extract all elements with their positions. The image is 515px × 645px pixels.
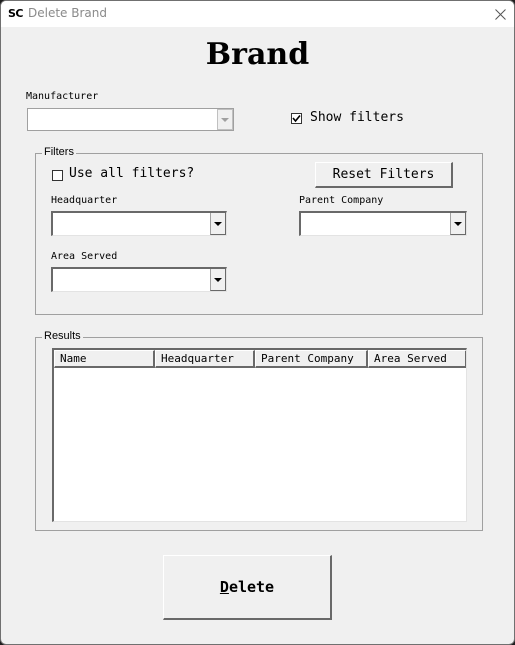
- close-icon: [494, 8, 506, 20]
- area-served-label: Area Served: [51, 251, 118, 262]
- delete-button-label: elete: [228, 578, 275, 596]
- column-header-area-served[interactable]: Area Served: [368, 350, 466, 368]
- parent-company-dropdown-button[interactable]: [450, 213, 466, 235]
- delete-button-mnemonic: D: [219, 578, 229, 596]
- chevron-down-icon: [221, 117, 229, 122]
- column-header-name[interactable]: Name: [54, 350, 155, 368]
- show-filters-label[interactable]: Show filters: [310, 110, 404, 125]
- manufacturer-combobox[interactable]: [27, 108, 234, 131]
- delete-brand-window: SC Delete Brand Brand Manufacturer Show …: [0, 0, 515, 645]
- manufacturer-dropdown-button[interactable]: [217, 109, 233, 130]
- page-title: Brand: [205, 37, 310, 72]
- chevron-down-icon: [454, 221, 462, 226]
- use-all-filters-checkbox[interactable]: [52, 170, 63, 181]
- manufacturer-label: Manufacturer: [26, 91, 99, 102]
- area-served-combobox[interactable]: [51, 267, 227, 292]
- app-icon: SC: [8, 7, 24, 20]
- show-filters-checkbox[interactable]: [291, 113, 302, 124]
- use-all-filters-label[interactable]: Use all filters?: [69, 166, 194, 181]
- results-list[interactable]: Name Headquarter Parent Company Area Ser…: [52, 348, 467, 522]
- headquarter-label: Headquarter: [51, 195, 118, 206]
- parent-company-label: Parent Company: [299, 195, 384, 206]
- headquarter-dropdown-button[interactable]: [210, 213, 226, 235]
- reset-filters-button[interactable]: Reset Filters: [315, 162, 453, 188]
- column-header-headquarter[interactable]: Headquarter: [155, 350, 255, 368]
- area-served-dropdown-button[interactable]: [210, 269, 226, 291]
- results-list-header: Name Headquarter Parent Company Area Ser…: [54, 350, 466, 368]
- window-title: Delete Brand: [28, 6, 107, 20]
- title-bar: SC Delete Brand: [1, 1, 514, 27]
- results-group-title: Results: [42, 330, 83, 342]
- parent-company-combobox[interactable]: [299, 211, 467, 236]
- column-header-parent-company[interactable]: Parent Company: [255, 350, 368, 368]
- close-button[interactable]: [490, 4, 510, 24]
- headquarter-combobox[interactable]: [51, 211, 227, 236]
- filters-group-title: Filters: [42, 146, 76, 158]
- chevron-down-icon: [214, 277, 222, 282]
- delete-button[interactable]: Delete: [163, 555, 332, 620]
- chevron-down-icon: [214, 221, 222, 226]
- checkmark-icon: [292, 114, 301, 123]
